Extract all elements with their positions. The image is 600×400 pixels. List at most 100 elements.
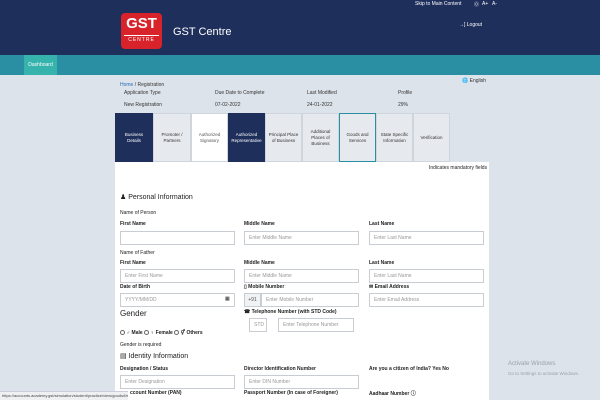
summary-value-due: 07-02-2022 xyxy=(215,102,241,108)
summary-value-modified: 24-01-2022 xyxy=(307,102,333,108)
calendar-icon[interactable]: ▦ xyxy=(225,296,230,302)
summary-header-due: Due Date to Complete xyxy=(215,90,265,96)
others-icon: ⚥ xyxy=(180,330,186,336)
last-name-input[interactable]: Enter Last Name xyxy=(369,231,484,245)
female-icon: ♀ xyxy=(150,330,155,336)
mobile-label: ▯ Mobile Number xyxy=(244,284,284,290)
identity-info-title: Identity Information xyxy=(128,353,189,360)
header: GST CENTRE GST Centre →] Logout xyxy=(0,9,600,55)
skip-to-content-link[interactable]: Skip to Main Content xyxy=(415,1,461,7)
pan-label: ccount Number (PAN) xyxy=(130,390,182,396)
telephone-input[interactable]: Enter Telephone Number xyxy=(278,318,354,332)
first-name-label: First Name xyxy=(120,221,146,227)
father-middle-name-input[interactable]: Enter Middle Name xyxy=(244,269,359,283)
gender-options: ♂ Male ♀ Female ⚥ Others xyxy=(120,330,203,336)
designation-label: Designation / Status xyxy=(120,366,169,372)
middle-name-input[interactable]: Enter Middle Name xyxy=(244,231,359,245)
email-input[interactable]: Enter Email Address xyxy=(369,293,484,307)
summary-header-type: Application Type xyxy=(124,90,161,96)
id-card-icon: ▤ xyxy=(120,353,127,360)
tab-state-specific[interactable]: State Specific Information xyxy=(376,113,413,162)
telephone-label-text: Telephone Number (with STD Code) xyxy=(251,309,337,315)
font-decrease-button[interactable]: A- xyxy=(492,1,497,7)
tab-promoter-partners[interactable]: Promoter / Partners xyxy=(153,113,191,162)
info-icon[interactable]: ⓘ xyxy=(411,391,416,397)
watermark-line1: Activate Windows xyxy=(508,361,556,367)
utility-bar: Skip to Main Content ⓪ A+ A- xyxy=(0,0,600,9)
breadcrumb-current: Registration xyxy=(137,82,165,88)
gst-logo[interactable]: GST CENTRE xyxy=(121,13,162,49)
breadcrumb: Home / Registration xyxy=(120,82,164,88)
link-status-bar: https://accounts.academy.gst/simulation/… xyxy=(0,391,128,400)
personal-info-heading: ♟ Personal Information xyxy=(120,193,193,201)
email-label: ✉ Email Address xyxy=(369,284,409,290)
father-first-name-label: First Name xyxy=(120,260,146,266)
activation-watermark: Activate Windows Go to Settings to activ… xyxy=(508,361,579,376)
logo-text: GST xyxy=(126,15,157,32)
summary-header-profile: Profile xyxy=(398,90,413,96)
father-middle-name-label: Middle Name xyxy=(244,260,275,266)
phone-icon: ☎ xyxy=(244,309,251,315)
dob-label: Date of Birth xyxy=(120,284,150,290)
passport-label: Passport Number (In case of Foreigner) xyxy=(244,390,338,396)
gender-label: Gender xyxy=(120,309,147,318)
dob-input[interactable]: YYYY/MM/DD xyxy=(120,293,235,307)
font-increase-button[interactable]: A+ xyxy=(482,1,488,7)
summary-header-modified: Last Modified xyxy=(307,90,337,96)
mobile-country-code: +91 xyxy=(244,293,261,307)
envelope-icon: ✉ xyxy=(369,284,374,290)
logo-subtext: CENTRE xyxy=(124,35,159,43)
breadcrumb-home[interactable]: Home xyxy=(120,82,133,88)
male-icon: ♂ xyxy=(126,330,131,336)
aadhaar-label-text: Aadhaar Number xyxy=(369,391,410,397)
gender-male-radio[interactable] xyxy=(120,330,125,336)
name-of-person-label: Name of Person xyxy=(120,210,157,216)
tab-principal-place[interactable]: Principal Place of Business xyxy=(265,113,302,162)
father-last-name-input[interactable]: Enter Last Name xyxy=(369,269,484,283)
last-name-label: Last Name xyxy=(369,221,395,227)
din-input[interactable]: Enter DIN Number xyxy=(244,375,359,389)
din-label: Director Identification Number xyxy=(244,366,316,372)
tab-additional-places[interactable]: Additional Places of Business xyxy=(302,113,339,162)
identity-info-heading: ▤ Identity Information xyxy=(120,352,188,360)
logout-link[interactable]: →] Logout xyxy=(459,22,482,28)
summary-value-type: New Registration xyxy=(124,102,163,108)
main-nav: Dashboard xyxy=(0,55,600,75)
std-code-input[interactable]: STD xyxy=(249,318,267,332)
gender-others-label: Others xyxy=(186,330,203,336)
user-icon: ♟ xyxy=(120,194,127,201)
gender-error: Gender is required xyxy=(120,342,162,348)
tab-authorized-signatory[interactable]: Authorized Signatory xyxy=(191,113,228,162)
aadhaar-label: Aadhaar Number ⓘ xyxy=(369,390,416,397)
middle-name-label: Middle Name xyxy=(244,221,275,227)
mobile-icon: ▯ xyxy=(244,284,247,290)
tab-business-details[interactable]: Business Details xyxy=(115,113,153,162)
name-of-father-label: Name of Father xyxy=(120,250,155,256)
citizen-question: Are you a citizen of India? Yes No xyxy=(369,366,449,372)
citizen-question-text: Are you a citizen of India? xyxy=(369,366,431,372)
summary-value-profile: 29% xyxy=(398,102,409,108)
father-first-name-input[interactable]: Enter First Name xyxy=(120,269,235,283)
help-icon[interactable]: ⓪ xyxy=(474,1,479,8)
watermark-line2: Go to Settings to activate Windows. xyxy=(508,371,580,376)
tab-authorized-representative[interactable]: Authorized Representative xyxy=(228,113,265,162)
father-last-name-label: Last Name xyxy=(369,260,395,266)
tab-verification[interactable]: Verification xyxy=(413,113,450,162)
mobile-label-text: Mobile Number xyxy=(248,284,285,290)
first-name-input[interactable] xyxy=(120,231,235,245)
language-selector[interactable]: 🌐 English xyxy=(462,78,486,84)
gender-female-label: Female xyxy=(155,330,173,336)
mandatory-note: Indicates mandatory fields xyxy=(429,165,488,171)
form-panel: Indicates mandatory fields ♟ Personal In… xyxy=(115,162,489,400)
designation-input[interactable]: Enter Designation xyxy=(120,375,235,389)
mobile-input[interactable]: Enter Mobile Number xyxy=(261,293,359,307)
brand-title: GST Centre xyxy=(173,26,232,38)
tab-goods-services[interactable]: Goods and Services xyxy=(339,113,376,162)
gender-female-radio[interactable] xyxy=(144,330,150,336)
telephone-label: ☎ Telephone Number (with STD Code) xyxy=(244,309,337,315)
gender-others-radio[interactable] xyxy=(174,330,180,336)
gender-male-label: Male xyxy=(131,330,143,336)
citizen-toggle[interactable]: Yes No xyxy=(432,366,449,372)
nav-dashboard[interactable]: Dashboard xyxy=(24,55,57,75)
email-label-text: Email Address xyxy=(374,284,410,290)
